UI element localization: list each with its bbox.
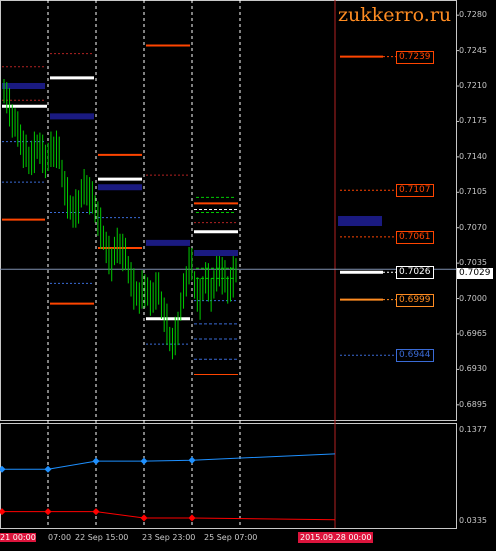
oscillator-point-1-4 xyxy=(188,514,196,522)
price-tick-label: 0.7280 xyxy=(459,10,487,20)
oscillator-point-1-3 xyxy=(140,514,148,522)
oscillator-point-0-4 xyxy=(188,456,196,464)
current-price-label: 0.7029 xyxy=(457,268,493,279)
oscillator-point-1-1 xyxy=(44,508,52,516)
level-label-3: 0.7026 xyxy=(396,266,434,280)
oscillator-panel-frame xyxy=(0,423,457,529)
oscillator-line-0 xyxy=(2,453,336,470)
price-tick-label: 0.7070 xyxy=(459,222,487,232)
level-label-4: 0.6999 xyxy=(396,293,434,307)
oscillator-point-1-2 xyxy=(92,508,100,516)
time-label-1: 07:00 xyxy=(48,533,72,542)
time-label-2: 22 Sep 15:00 xyxy=(75,533,129,542)
price-tick-label: 0.6930 xyxy=(459,364,487,374)
level-label-2: 0.7061 xyxy=(396,230,434,244)
trading-chart[interactable]: zukkerro.ru 0.7280 0.7245 0.7210 0.7175 0.71… xyxy=(0,0,496,547)
time-label-4: 25 Sep 07:00 xyxy=(204,533,258,542)
price-tick-label: 0.7175 xyxy=(459,116,487,126)
time-label-0: 21 00:00 xyxy=(0,533,36,542)
oscillator-point-0-3 xyxy=(140,457,148,465)
price-tick-label: 0.6895 xyxy=(459,399,487,409)
price-tick-label: 0.7140 xyxy=(459,151,487,161)
osc-tick-label: 0.1377 xyxy=(459,425,487,434)
price-tick-label: 0.7210 xyxy=(459,81,487,91)
price-tick-label: 0.7035 xyxy=(459,258,487,268)
oscillator-line-1 xyxy=(2,511,336,521)
future-zone-block xyxy=(338,216,382,226)
price-tick-label: 0.6965 xyxy=(459,328,487,338)
future-date-badge: 2015.09.28 00:00 xyxy=(298,532,374,543)
main-panel-frame xyxy=(0,0,457,421)
osc-tick-label: 0.0335 xyxy=(459,516,487,525)
oscillator-point-0-1 xyxy=(44,465,52,473)
level-label-5: 0.6944 xyxy=(396,349,434,363)
price-tick-label: 0.7245 xyxy=(459,45,487,55)
price-tick-label: 0.7000 xyxy=(459,293,487,303)
oscillator-point-0-2 xyxy=(92,457,100,465)
level-label-1: 0.7107 xyxy=(396,184,434,198)
time-label-3: 23 Sep 23:00 xyxy=(142,533,196,542)
watermark-logo: zukkerro.ru xyxy=(338,4,452,26)
price-tick-label: 0.7105 xyxy=(459,187,487,197)
level-label-0: 0.7239 xyxy=(396,50,434,64)
